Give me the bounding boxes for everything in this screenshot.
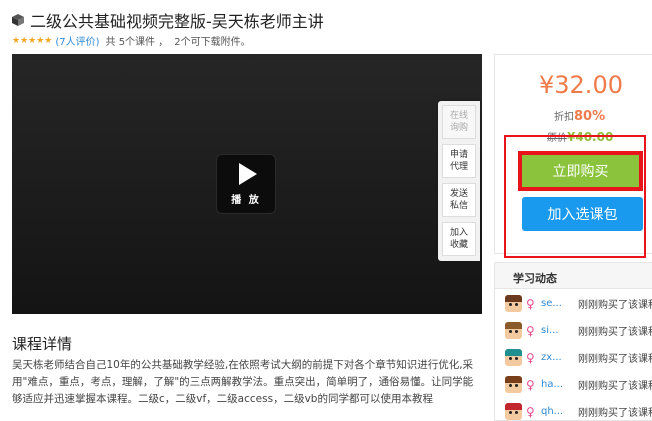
price: ¥32.00 xyxy=(539,71,623,99)
activity-item: ♀ ha... 刚刚购买了该课程 xyxy=(495,372,652,397)
female-icon: ♀ xyxy=(526,377,535,392)
avatar[interactable] xyxy=(505,349,522,366)
user-name-link[interactable]: qh... xyxy=(541,406,563,417)
page-title: 二级公共基础视频完整版-吴天栋老师主讲 xyxy=(30,12,324,31)
avatar[interactable] xyxy=(505,403,522,420)
add-favorite-button[interactable]: 加入收藏 xyxy=(442,222,476,256)
course-meta: ★★★★★ (7人评价) 共 5个课件 ， 2个可下载附件。 xyxy=(12,33,251,49)
activity-item: ♀ se... 刚刚购买了该课程 xyxy=(495,291,652,316)
activity-heading: 学习动态 xyxy=(495,263,652,289)
activity-text: 刚刚购买了该课程 xyxy=(578,300,652,311)
rating-stars-icon: ★★★★★ xyxy=(12,35,53,46)
user-name-link[interactable]: ha... xyxy=(541,379,563,390)
avatar[interactable] xyxy=(505,295,522,312)
play-icon xyxy=(239,162,257,185)
user-name-link[interactable]: si... xyxy=(541,325,559,336)
activity-item: ♀ qh... 刚刚购买了该课程 xyxy=(495,399,652,421)
rating-count-link[interactable]: (7人评价) xyxy=(55,33,99,48)
female-icon: ♀ xyxy=(526,350,535,365)
add-to-package-button[interactable]: 加入选课包 xyxy=(522,197,643,231)
activity-item: ♀ si... 刚刚购买了该课程 xyxy=(495,318,652,343)
cube-icon xyxy=(12,14,24,26)
activity-text: 刚刚购买了该课程 xyxy=(578,381,652,392)
side-toolbar: 在线询购 申请代理 发送私信 加入收藏 xyxy=(438,101,480,261)
buy-now-button[interactable]: 立即购买 xyxy=(518,151,643,191)
courseware-count: 共 5个课件 ， xyxy=(105,37,169,48)
activity-text: 刚刚购买了该课程 xyxy=(578,354,652,365)
activity-text: 刚刚购买了该课程 xyxy=(578,327,652,338)
apply-agent-button[interactable]: 申请代理 xyxy=(442,144,476,178)
female-icon: ♀ xyxy=(526,323,535,338)
course-title-row: 二级公共基础视频完整版-吴天栋老师主讲 xyxy=(12,8,324,32)
discount: 折扣80% xyxy=(554,109,606,124)
learning-activity: 学习动态 ♀ se... 刚刚购买了该课程 ♀ si... 刚刚购买了该课程 ♀ zx... 刚… xyxy=(494,262,652,421)
details-heading: 课程详情 xyxy=(12,335,73,353)
activity-text: 刚刚购买了该课程 xyxy=(578,408,652,419)
avatar[interactable] xyxy=(505,322,522,339)
user-name-link[interactable]: se... xyxy=(541,298,562,309)
avatar[interactable] xyxy=(505,376,522,393)
send-message-button[interactable]: 发送私信 xyxy=(442,183,476,217)
user-name-link[interactable]: zx... xyxy=(541,352,562,363)
video-player[interactable]: 播 放 xyxy=(12,54,482,314)
activity-item: ♀ zx... 刚刚购买了该课程 xyxy=(495,345,652,370)
play-label: 播 放 xyxy=(231,194,261,206)
play-button[interactable]: 播 放 xyxy=(216,154,276,214)
female-icon: ♀ xyxy=(526,404,535,419)
female-icon: ♀ xyxy=(526,296,535,311)
online-inquiry-button[interactable]: 在线询购 xyxy=(442,105,476,139)
course-description: 吴天栋老师结合自己10年的公共基础教学经验,在依照考试大纲的前提下对各个章节知识… xyxy=(12,359,474,405)
attachment-count: 2个可下载附件。 xyxy=(174,37,251,48)
